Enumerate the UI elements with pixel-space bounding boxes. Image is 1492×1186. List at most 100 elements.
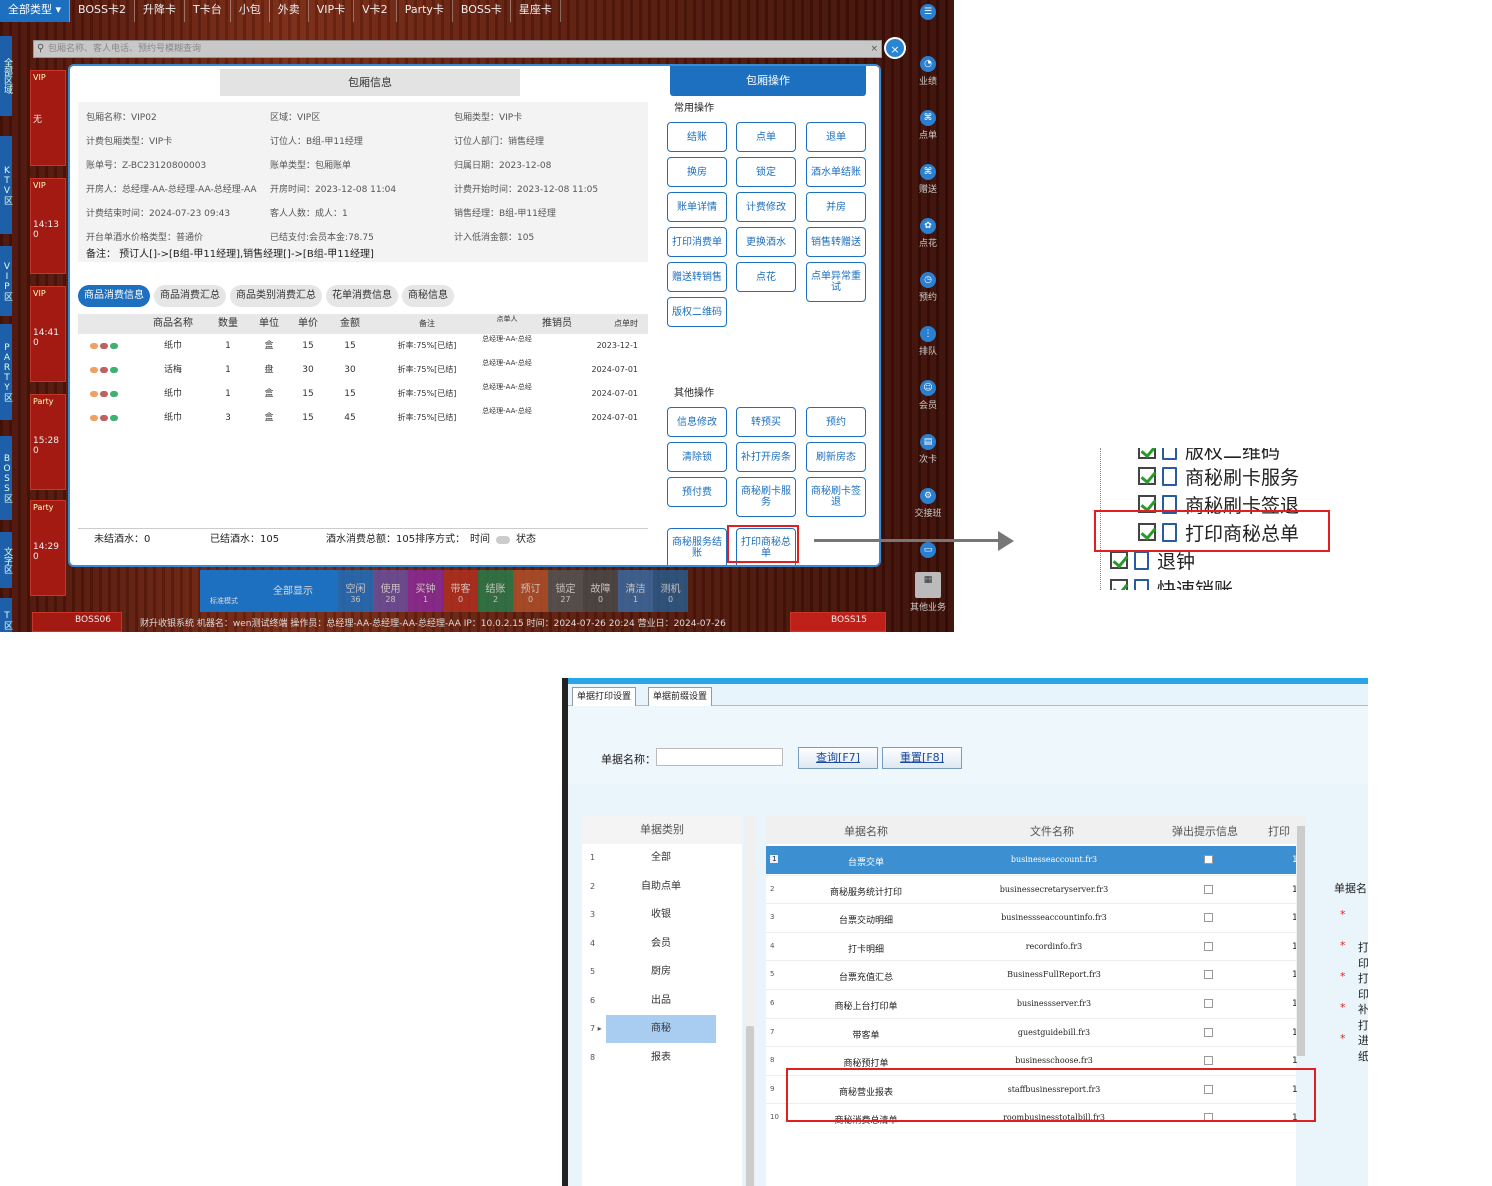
query-button[interactable]: 查询[F7] [798, 747, 878, 769]
right-tool-6[interactable]: ⋮ 排队 [902, 326, 954, 357]
checkbox-checked-icon[interactable] [1110, 551, 1128, 569]
status-filter-10[interactable]: 清洁 1 [618, 570, 653, 612]
right-tool-3[interactable]: ⌘ 赠送 [902, 164, 954, 195]
category-item[interactable]: 5 厨房 [582, 958, 740, 986]
op-button[interactable]: 刷新房态 [806, 442, 866, 472]
consumption-tab[interactable]: 商品消费汇总 [154, 285, 226, 307]
room-type-tab[interactable]: V卡2 [354, 0, 397, 22]
room-type-tab[interactable]: BOSS卡2 [70, 0, 136, 22]
room-card[interactable]: Party 14:29 0 [30, 500, 66, 596]
bill-row[interactable]: 5 台票充值汇总 BusinessFullReport.fr3 1 [766, 960, 1298, 988]
right-tool-11[interactable]: ▦ 其他业务 [902, 572, 954, 613]
op-button[interactable]: 商秘刷卡签退 [806, 477, 866, 517]
room-card[interactable]: VIP 无 [30, 70, 66, 166]
op-button[interactable]: 点单 [736, 122, 796, 152]
area-tab[interactable]: 全部区域 [0, 36, 12, 116]
bill-row[interactable]: 6 商秘上台打印单 businessserver.fr3 1 [766, 989, 1298, 1017]
category-item[interactable]: 4 会员 [582, 930, 740, 958]
category-scrollbar[interactable] [744, 816, 756, 1186]
table-row[interactable]: 纸巾 3 盒 15 45 折率:75%[已结] 总经理-AA-总经 2024-07-01 [78, 406, 648, 430]
bill-row[interactable]: 3 台票交动明细 businessseaccountinfo.fr3 1 [766, 903, 1298, 931]
consumption-tab[interactable]: 商品类别消费汇总 [230, 285, 322, 307]
status-filter-8[interactable]: 锁定 27 [548, 570, 583, 612]
table-row[interactable]: 纸巾 1 盒 15 15 折率:75%[已结] 总经理-AA-总经 2024-07-01 [78, 382, 648, 406]
category-item[interactable]: 2 自助点单 [582, 873, 740, 901]
clear-icon[interactable]: × [870, 41, 878, 57]
right-tool-7[interactable]: ☺ 会员 [902, 380, 954, 411]
right-tool-5[interactable]: ◷ 预约 [902, 272, 954, 303]
room-type-tab[interactable]: 全部类型 ▾ [0, 0, 71, 22]
checkbox-checked-icon[interactable] [1110, 579, 1128, 590]
checkbox-checked-icon[interactable] [1138, 448, 1156, 459]
area-tab[interactable]: BOSS区 [0, 436, 12, 520]
category-item[interactable]: 3 收银 [582, 901, 740, 929]
op-button[interactable]: 销售转赠送 [806, 227, 866, 257]
right-tool-4[interactable]: ✿ 点花 [902, 218, 954, 249]
status-filter-9[interactable]: 故障 0 [583, 570, 618, 612]
bill-name-input[interactable] [656, 748, 783, 766]
status-filter-11[interactable]: 测机 0 [653, 570, 688, 612]
popup-checkbox[interactable] [1204, 1027, 1213, 1037]
bill-row[interactable]: 4 打卡明细 recordinfo.fr3 1 [766, 931, 1298, 960]
room-type-tab[interactable]: VIP卡 [309, 0, 355, 22]
op-button[interactable]: 赠送转销售 [667, 262, 727, 292]
area-tab[interactable]: T区 [0, 598, 12, 632]
popup-checkbox[interactable] [1204, 941, 1213, 951]
room-type-tab[interactable]: Party卡 [397, 0, 453, 22]
op-button[interactable]: 商秘服务结账 [667, 528, 727, 565]
area-tab[interactable]: 文字区 [0, 532, 12, 588]
right-tool-9[interactable]: ⚙ 交接班 [902, 488, 954, 519]
room-card[interactable]: BOSS06 [32, 612, 122, 632]
op-button[interactable]: 并房 [806, 192, 866, 222]
reset-button[interactable]: 重置[F8] [882, 747, 962, 769]
room-type-tab[interactable]: T卡台 [185, 0, 231, 22]
op-button[interactable]: 信息修改 [667, 407, 727, 437]
scroll-thumb[interactable] [746, 1026, 754, 1186]
popup-checkbox[interactable] [1204, 913, 1213, 923]
op-button[interactable]: 预付费 [667, 477, 727, 507]
status-filter-2[interactable]: 空闲 36 [338, 570, 373, 612]
right-tool-0[interactable]: ☰ [902, 4, 954, 22]
bill-row[interactable]: 2 商秘服务统计打印 businessecretaryserver.fr3 1 [766, 874, 1298, 903]
op-button[interactable]: 点花 [736, 262, 796, 292]
sort-status-option[interactable]: 状态 [516, 529, 536, 551]
area-tab[interactable]: PARTY区 [0, 324, 12, 420]
table-row[interactable]: 纸巾 1 盒 15 15 折率:75%[已结] 总经理-AA-总经 2023-12-1 [78, 334, 648, 358]
popup-checkbox[interactable] [1204, 970, 1213, 980]
consumption-tab[interactable]: 商品消费信息 [78, 285, 150, 307]
room-card[interactable]: BOSS15 [790, 612, 886, 632]
right-tool-8[interactable]: ▤ 次卡 [902, 434, 954, 465]
status-filter-3[interactable]: 使用 28 [373, 570, 408, 612]
status-filter-0[interactable]: 标准模式 [200, 570, 248, 612]
consumption-tab[interactable]: 花单消费信息 [326, 285, 398, 307]
op-button[interactable]: 商秘刷卡服务 [736, 477, 796, 517]
op-button[interactable]: 清除锁 [667, 442, 727, 472]
room-card[interactable]: Party 15:28 0 [30, 394, 66, 490]
right-tool-10[interactable]: ▭ [902, 542, 954, 560]
sort-time-option[interactable]: 时间 [470, 529, 490, 551]
op-button[interactable]: 计费修改 [736, 192, 796, 222]
bill-row[interactable]: 7 带客单 guestguidebill.fr3 1 [766, 1017, 1298, 1046]
op-button[interactable]: 结账 [667, 122, 727, 152]
category-item[interactable]: 1 全部 [582, 844, 740, 872]
category-item[interactable]: 6 出品 [582, 987, 740, 1015]
op-button[interactable]: 点单异常重试 [806, 262, 866, 302]
checkbox-checked-icon[interactable] [1138, 467, 1156, 485]
table-row[interactable]: 话梅 1 盘 30 30 折率:75%[已结] 总经理-AA-总经 2024-07-01 [78, 358, 648, 382]
tree-item[interactable]: 商秘刷卡服务 [1138, 462, 1299, 490]
op-button[interactable]: 转预买 [736, 407, 796, 437]
consumption-tab[interactable]: 商秘信息 [402, 285, 454, 307]
status-filter-5[interactable]: 带客 0 [443, 570, 478, 612]
right-tool-1[interactable]: ◔ 业绩 [902, 56, 954, 87]
tab-prefix-settings[interactable]: 单据前缀设置 [648, 687, 713, 706]
op-button[interactable]: 打印消费单 [667, 227, 727, 257]
room-type-tab[interactable]: 外卖 [270, 0, 309, 22]
category-item[interactable]: 7 ▸ 商秘 [582, 1015, 740, 1043]
room-card[interactable]: VIP 14:41 0 [30, 286, 66, 382]
tree-item[interactable]: 快速销账 [1110, 574, 1233, 590]
op-button[interactable]: 账单详情 [667, 192, 727, 222]
room-type-tab[interactable]: 升降卡 [135, 0, 186, 22]
bill-row[interactable]: 1 台票交单 businesseaccount.fr3 1 [766, 846, 1298, 874]
status-filter-7[interactable]: 预订 0 [513, 570, 548, 612]
sort-toggle[interactable] [496, 536, 510, 544]
